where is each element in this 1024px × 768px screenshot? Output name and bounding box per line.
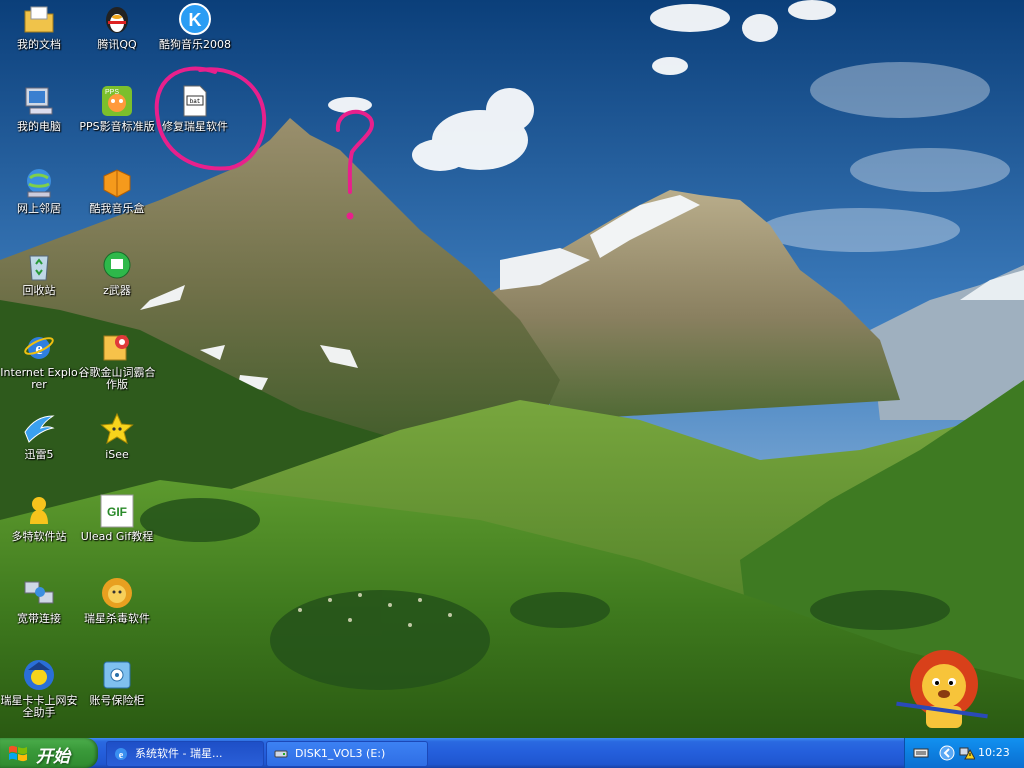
rising-antivirus-lion-icon [102, 578, 132, 608]
start-button[interactable]: 开始 [0, 738, 98, 768]
desktop-icon-thunder[interactable]: 迅雷5 [0, 412, 78, 461]
recycle-bin-icon [29, 255, 49, 281]
icon-label: 网上邻居 [17, 202, 61, 215]
desktop[interactable]: 我的文档 腾讯QQ K 酷狗音乐2008 我的电脑 PPS PPS影音标准版 b… [0, 0, 1024, 738]
kuwo-music-box-icon [103, 169, 131, 198]
icon-label: Ulead Gif教程 [80, 530, 154, 543]
start-label: 开始 [36, 747, 70, 767]
svg-text:PPS: PPS [105, 89, 119, 96]
desktop-icon-kuwo[interactable]: 酷我音乐盒 [78, 166, 156, 215]
taskbar-button-system-software[interactable]: e 系统软件 - 瑞星... [106, 741, 264, 767]
desktop-icon-recycle-bin[interactable]: 回收站 [0, 248, 78, 297]
kingsoft-dictionary-icon [103, 335, 129, 361]
network-places-icon [27, 169, 51, 198]
svg-text:bat: bat [190, 98, 201, 105]
icon-label: 我的电脑 [17, 120, 61, 133]
isee-star-icon [100, 412, 134, 445]
desktop-icon-kingsoft-dictionary[interactable]: 谷歌金山词霸合作版 [78, 330, 156, 391]
icon-label: 修复瑞星软件 [162, 120, 228, 133]
network-warning-icon[interactable] [959, 745, 975, 761]
desktop-icon-qq[interactable]: 腾讯QQ [78, 2, 156, 51]
icon-label: 谷歌金山词霸合作版 [78, 366, 156, 391]
icon-label: 酷我音乐盒 [89, 202, 145, 215]
rising-kaka-assistant-icon [24, 660, 54, 690]
desktop-icon-rising-kaka[interactable]: 瑞星卡卡上网安全助手 [0, 658, 78, 719]
show-hidden-icons-arrow-icon[interactable] [939, 745, 955, 761]
icon-label: 酷狗音乐2008 [159, 38, 231, 51]
broadband-connection-icon [24, 581, 54, 604]
internet-explorer-icon: e [115, 748, 127, 761]
desktop-icon-pps[interactable]: PPS PPS影音标准版 [78, 84, 156, 133]
icon-label: 腾讯QQ [97, 38, 137, 51]
icon-label: 宽带连接 [17, 612, 61, 625]
desktop-icon-repair-rising[interactable]: bat 修复瑞星软件 [156, 84, 234, 133]
duote-software-icon [30, 497, 48, 524]
thunder-download-icon [24, 415, 55, 443]
desktop-icon-network-places[interactable]: 网上邻居 [0, 166, 78, 215]
desktop-icon-z-weapon[interactable]: z武器 [78, 248, 156, 297]
svg-text:GIF: GIF [107, 505, 127, 519]
icon-label: 回收站 [22, 284, 56, 297]
icon-label: 迅雷5 [24, 448, 54, 461]
desktop-icon-kugou[interactable]: K 酷狗音乐2008 [156, 2, 234, 51]
desktop-icon-my-documents[interactable]: 我的文档 [0, 2, 78, 51]
windows-logo-icon [9, 745, 27, 762]
gif-icon: GIF [100, 494, 134, 528]
pps-player-icon: PPS [102, 86, 132, 116]
taskbar-button-disk1-vol3[interactable]: DISK1_VOL3 (E:) [266, 741, 428, 767]
my-computer-icon [25, 87, 53, 115]
desktop-icon-internet-explorer[interactable]: e Internet Explorer [0, 330, 78, 391]
icon-label: 瑞星卡卡上网安全助手 [0, 694, 78, 719]
qq-penguin-icon [106, 7, 128, 33]
account-safe-icon [103, 661, 131, 689]
icon-label: PPS影音标准版 [79, 120, 155, 133]
icon-label: z武器 [103, 284, 131, 297]
icon-label: iSee [105, 448, 129, 461]
desktop-icon-duote[interactable]: 多特软件站 [0, 494, 78, 543]
icon-label: 瑞星杀毒软件 [84, 612, 150, 625]
desktop-icon-account-safe[interactable]: 账号保险柜 [78, 658, 156, 707]
icon-label: 账号保险柜 [89, 694, 145, 707]
clock[interactable]: 10:23 [978, 746, 1010, 759]
desktop-icon-my-computer[interactable]: 我的电脑 [0, 84, 78, 133]
taskbar: 开始 e 系统软件 - 瑞星... DISK1_VOL3 (E:) 10:23 [0, 738, 1024, 768]
icon-label: 我的文档 [17, 38, 61, 51]
internet-explorer-icon: e [24, 337, 54, 359]
svg-text:K: K [189, 10, 202, 30]
drive-icon [274, 750, 288, 758]
svg-text:e: e [119, 750, 124, 761]
green-circle-app-icon [103, 251, 131, 279]
task-label: 系统软件 - 瑞星... [135, 747, 223, 760]
keyboard-icon[interactable] [913, 745, 929, 761]
folder-documents-icon [24, 6, 54, 33]
desktop-icon-isee[interactable]: iSee [78, 412, 156, 461]
icon-label: 多特软件站 [11, 530, 67, 543]
task-label: DISK1_VOL3 (E:) [295, 747, 386, 760]
text-file-icon: bat [183, 85, 207, 117]
desktop-icon-rising-antivirus[interactable]: 瑞星杀毒软件 [78, 576, 156, 625]
desktop-icon-broadband[interactable]: 宽带连接 [0, 576, 78, 625]
desktop-icon-ulead-gif[interactable]: GIF Ulead Gif教程 [78, 494, 156, 543]
rising-lion-mascot[interactable] [892, 648, 992, 738]
icon-label: Internet Explorer [0, 366, 78, 391]
kugou-music-icon: K [179, 3, 211, 35]
